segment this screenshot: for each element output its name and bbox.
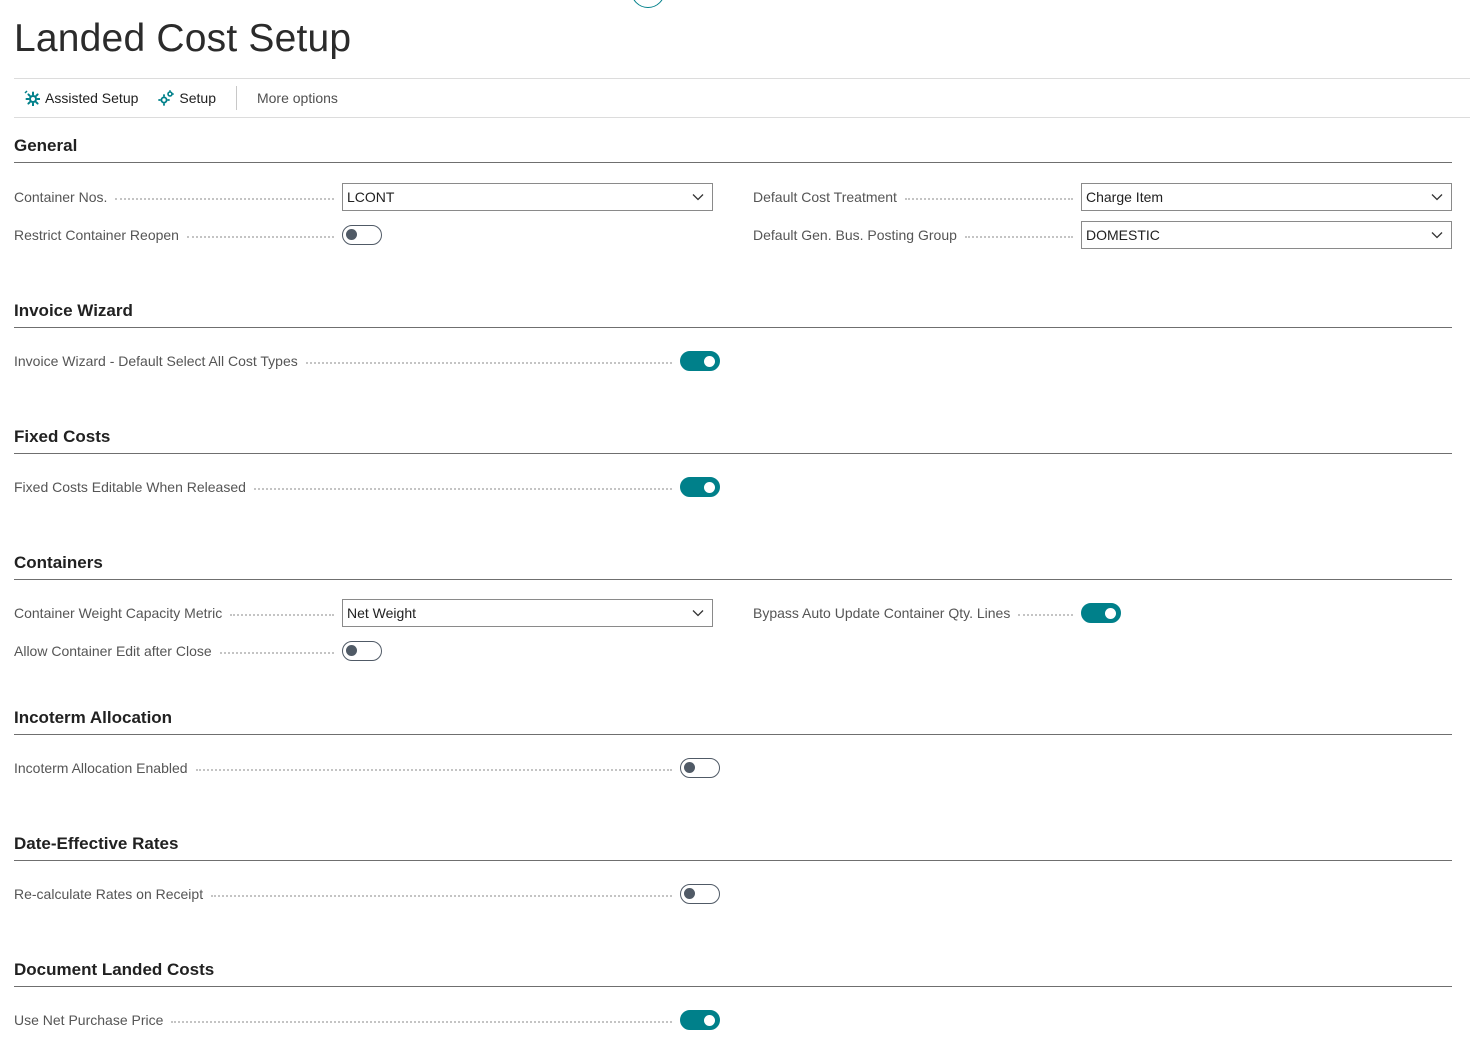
container-weight-capacity-metric-value: Net Weight	[347, 605, 416, 621]
recalculate-rates-on-receipt-label: Re-calculate Rates on Receipt	[14, 886, 204, 902]
container-nos-label: Container Nos.	[14, 189, 108, 205]
chevron-down-icon	[1431, 232, 1443, 239]
action-divider	[235, 86, 237, 110]
chevron-down-icon	[692, 610, 704, 617]
field-bypass-auto-update-container-qty: Bypass Auto Update Container Qty. Lines	[753, 599, 1121, 627]
section-document-landed-costs-header[interactable]: Document Landed Costs	[14, 960, 1452, 987]
field-default-gen-bus-posting-group: Default Gen. Bus. Posting Group DOMESTIC	[753, 221, 1452, 249]
fixed-costs-editable-toggle[interactable]	[680, 477, 720, 497]
chevron-down-icon	[692, 194, 704, 201]
field-use-net-purchase-price: Use Net Purchase Price	[14, 1006, 720, 1034]
field-recalculate-rates-on-receipt: Re-calculate Rates on Receipt	[14, 880, 720, 908]
chevron-down-icon	[1431, 194, 1443, 201]
use-net-purchase-price-toggle[interactable]	[680, 1010, 720, 1030]
section-date-effective-rates-header[interactable]: Date-Effective Rates	[14, 834, 1452, 861]
use-net-purchase-price-label: Use Net Purchase Price	[14, 1012, 164, 1028]
default-gen-bus-posting-group-label: Default Gen. Bus. Posting Group	[753, 227, 957, 243]
container-nos-value: LCONT	[347, 189, 395, 205]
field-restrict-container-reopen: Restrict Container Reopen	[14, 221, 382, 249]
assisted-setup-icon	[24, 90, 40, 106]
fixed-costs-editable-label: Fixed Costs Editable When Released	[14, 479, 246, 495]
restrict-container-reopen-toggle[interactable]	[342, 225, 382, 245]
incoterm-allocation-enabled-toggle[interactable]	[680, 758, 720, 778]
default-cost-treatment-select[interactable]: Charge Item	[1081, 183, 1452, 211]
assisted-setup-button[interactable]: Assisted Setup	[14, 79, 148, 117]
field-default-cost-treatment: Default Cost Treatment Charge Item	[753, 183, 1452, 211]
scroll-indicator-circle	[631, 0, 665, 8]
assisted-setup-label: Assisted Setup	[45, 90, 139, 106]
field-container-nos: Container Nos. LCONT	[14, 183, 713, 211]
allow-container-edit-after-close-toggle[interactable]	[342, 641, 382, 661]
default-cost-treatment-value: Charge Item	[1086, 189, 1164, 205]
section-fixed-costs-header[interactable]: Fixed Costs	[14, 427, 1452, 454]
action-bar: Assisted Setup Setup More options	[14, 78, 1470, 118]
container-weight-capacity-metric-select[interactable]: Net Weight	[342, 599, 713, 627]
setup-gears-icon	[158, 90, 175, 106]
default-gen-bus-posting-group-select[interactable]: DOMESTIC	[1081, 221, 1452, 249]
more-options-button[interactable]: More options	[247, 79, 348, 117]
field-container-weight-capacity-metric: Container Weight Capacity Metric Net Wei…	[14, 599, 713, 627]
field-incoterm-allocation-enabled: Incoterm Allocation Enabled	[14, 754, 720, 782]
field-invoice-wizard-default-select-all: Invoice Wizard - Default Select All Cost…	[14, 347, 720, 375]
setup-label: Setup	[179, 90, 216, 106]
incoterm-allocation-enabled-label: Incoterm Allocation Enabled	[14, 760, 188, 776]
allow-container-edit-after-close-label: Allow Container Edit after Close	[14, 643, 212, 659]
default-cost-treatment-label: Default Cost Treatment	[753, 189, 897, 205]
recalculate-rates-on-receipt-toggle[interactable]	[680, 884, 720, 904]
section-incoterm-allocation-header[interactable]: Incoterm Allocation	[14, 708, 1452, 735]
bypass-auto-update-container-qty-toggle[interactable]	[1081, 603, 1121, 623]
section-containers-header[interactable]: Containers	[14, 553, 1452, 580]
container-nos-select[interactable]: LCONT	[342, 183, 713, 211]
default-gen-bus-posting-group-value: DOMESTIC	[1086, 227, 1160, 243]
field-fixed-costs-editable: Fixed Costs Editable When Released	[14, 473, 720, 501]
section-general-header[interactable]: General	[14, 136, 1452, 163]
field-allow-container-edit-after-close: Allow Container Edit after Close	[14, 637, 382, 665]
invoice-wizard-default-select-all-toggle[interactable]	[680, 351, 720, 371]
section-invoice-wizard-header[interactable]: Invoice Wizard	[14, 301, 1452, 328]
container-weight-capacity-metric-label: Container Weight Capacity Metric	[14, 605, 223, 621]
restrict-container-reopen-label: Restrict Container Reopen	[14, 227, 179, 243]
bypass-auto-update-container-qty-label: Bypass Auto Update Container Qty. Lines	[753, 605, 1011, 621]
setup-button[interactable]: Setup	[148, 79, 226, 117]
page-title: Landed Cost Setup	[14, 17, 352, 60]
invoice-wizard-default-select-all-label: Invoice Wizard - Default Select All Cost…	[14, 353, 298, 369]
